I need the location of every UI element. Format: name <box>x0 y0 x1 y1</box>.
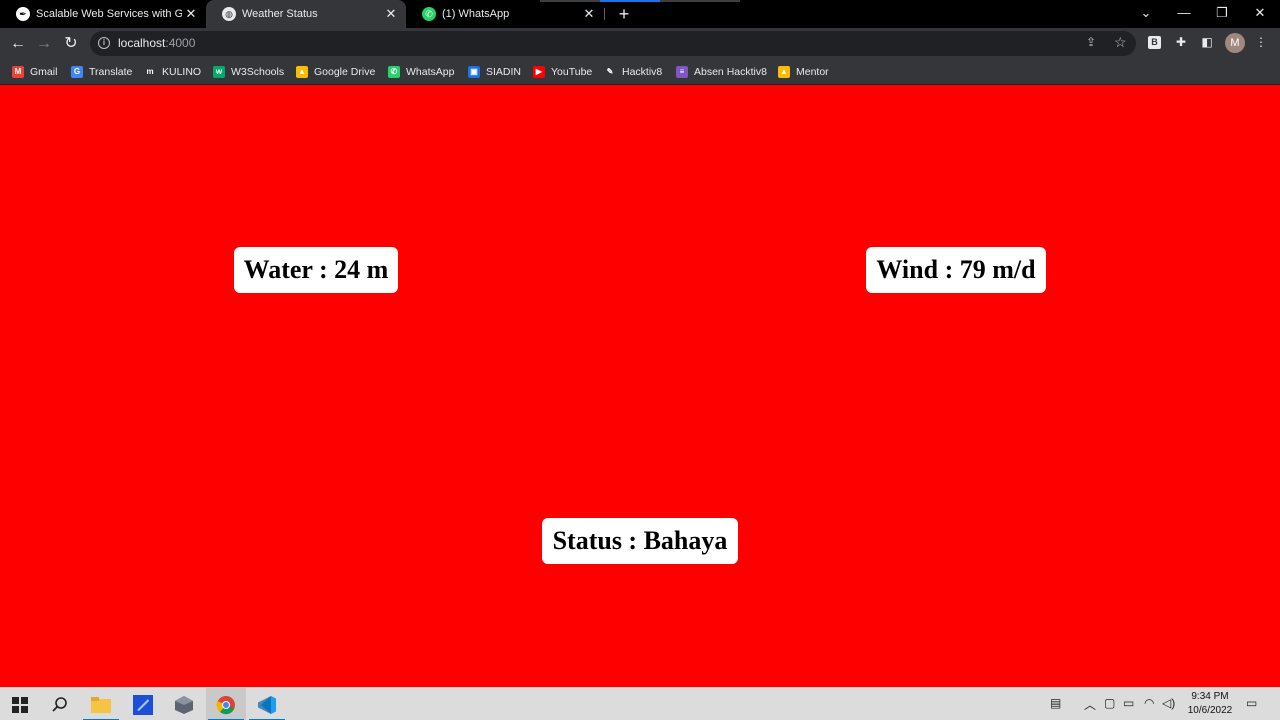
browser-toolbar: ← → ↻ i localhost:4000 ⇪ ☆ B ✚ ◧ M ⋮ <box>0 28 1280 59</box>
tab-strip: ✒ Scalable Web Services with Golang ✕ ◍ … <box>0 0 1280 28</box>
bookmark-label: Google Drive <box>314 66 376 78</box>
tab-separator <box>604 8 605 20</box>
absen-hacktiv8-icon: ≡ <box>676 66 688 78</box>
profile-avatar[interactable]: M <box>1225 33 1245 53</box>
status-card: Status : Bahaya <box>542 518 738 564</box>
volume-icon[interactable]: ◁) <box>1162 696 1175 710</box>
tab-whatsapp[interactable]: ✆ (1) WhatsApp ✕ <box>406 0 604 28</box>
tab-scalable-web-services[interactable]: ✒ Scalable Web Services with Golang ✕ <box>0 0 206 28</box>
back-icon[interactable]: ← <box>6 32 30 56</box>
minimize-icon[interactable]: — <box>1165 0 1203 28</box>
bookmark-hacktiv8[interactable]: ✎ Hacktiv8 <box>604 64 662 80</box>
url-text: localhost:4000 <box>118 36 195 50</box>
window-close-icon[interactable]: ✕ <box>1241 0 1279 28</box>
mentor-icon: ▲ <box>778 66 790 78</box>
kulino-icon: m <box>144 66 156 78</box>
water-card: Water : 24 m <box>234 247 398 293</box>
windows-taskbar: ▤ ︿ ▢ ▭ ◠ ◁) 9:34 PM 10/6/2022 ▭ <box>0 687 1280 720</box>
bookmark-w3schools[interactable]: w W3Schools <box>213 64 284 80</box>
tab-weather-status[interactable]: ◍ Weather Status ✕ <box>206 0 406 28</box>
bookmark-whatsapp[interactable]: ✆ WhatsApp <box>388 64 454 80</box>
weather-page: Water : 24 m Wind : 79 m/d Status : Baha… <box>0 86 1280 687</box>
bookmark-label: KULINO <box>162 66 202 78</box>
meet-now-icon[interactable]: ▢ <box>1104 696 1115 710</box>
globe-icon: ◍ <box>222 7 236 21</box>
site-info-icon[interactable]: i <box>98 37 110 49</box>
siadin-icon: ▣ <box>468 66 480 78</box>
menu-kebab-icon[interactable]: ⋮ <box>1253 34 1269 50</box>
close-icon[interactable]: ✕ <box>182 6 200 22</box>
url-port: :4000 <box>165 36 196 50</box>
bookmark-gmail[interactable]: M Gmail <box>12 64 57 80</box>
vscode-icon[interactable] <box>247 688 287 720</box>
pen-icon: ✒ <box>16 7 30 21</box>
translate-icon: G <box>71 66 83 78</box>
restore-icon[interactable]: ❐ <box>1203 0 1241 28</box>
hacktiv8-icon: ✎ <box>604 66 616 78</box>
chrome-icon[interactable] <box>206 688 246 720</box>
tab-title: Scalable Web Services with Golang <box>36 8 182 20</box>
bookmark-kulino[interactable]: m KULINO <box>144 64 201 80</box>
chevron-up-icon[interactable]: ︿ <box>1084 696 1096 713</box>
reload-icon[interactable]: ↻ <box>59 32 83 56</box>
notifications-icon[interactable]: ▭ <box>1246 696 1257 710</box>
bookmark-label: YouTube <box>551 66 593 78</box>
virtualbox-icon[interactable] <box>164 688 204 720</box>
tab-title: (1) WhatsApp <box>442 8 510 20</box>
search-icon[interactable] <box>40 688 80 720</box>
google-drive-icon: ▲ <box>296 66 308 78</box>
bookmark-youtube[interactable]: ▶ YouTube <box>533 64 592 80</box>
bookmark-star-icon[interactable]: ☆ <box>1114 34 1127 51</box>
bookmark-label: Translate <box>89 66 133 78</box>
tab-search-icon[interactable]: ⌄ <box>1127 0 1165 28</box>
close-icon[interactable]: ✕ <box>382 6 400 22</box>
bookmark-label: Mentor <box>796 66 829 78</box>
w3schools-icon: w <box>213 66 225 78</box>
bookmark-label: Gmail <box>30 66 58 78</box>
bookmark-label: WhatsApp <box>406 66 455 78</box>
file-explorer-icon[interactable] <box>81 688 121 720</box>
windows-start-icon[interactable] <box>0 688 40 720</box>
bookmark-label: Absen Hacktiv8 <box>694 66 767 78</box>
youtube-icon: ▶ <box>533 66 545 78</box>
bookmark-absen-hacktiv8[interactable]: ≡ Absen Hacktiv8 <box>676 64 767 80</box>
whatsapp-icon: ✆ <box>388 66 400 78</box>
bookmark-label: Hacktiv8 <box>622 66 663 78</box>
bookmark-label: W3Schools <box>231 66 285 78</box>
gmail-icon: M <box>12 66 24 78</box>
news-icon[interactable]: ▤ <box>1050 696 1061 710</box>
bookmarks-bar: M Gmail G Translate m KULINO w W3Schools ▲ Go… <box>0 59 1280 85</box>
extensions-puzzle-icon[interactable]: ✚ <box>1173 34 1189 50</box>
new-tab-button[interactable]: + <box>614 4 634 24</box>
wind-card: Wind : 79 m/d <box>866 247 1046 293</box>
url-host: localhost <box>118 36 166 50</box>
tab-strip-indicator-accent <box>600 0 660 2</box>
editor-app-icon[interactable] <box>123 688 163 720</box>
bookmark-google-drive[interactable]: ▲ Google Drive <box>296 64 375 80</box>
forward-icon[interactable]: → <box>32 32 56 56</box>
address-bar[interactable]: i localhost:4000 ⇪ ☆ <box>90 31 1136 56</box>
whatsapp-icon: ✆ <box>422 7 436 21</box>
battery-icon[interactable]: ▭ <box>1123 696 1134 710</box>
extension-b-icon[interactable]: B <box>1148 36 1161 49</box>
share-icon[interactable]: ⇪ <box>1086 35 1096 49</box>
close-icon[interactable]: ✕ <box>580 6 598 22</box>
bookmark-siadin[interactable]: ▣ SIADIN <box>468 64 521 80</box>
tab-title: Weather Status <box>242 8 318 20</box>
bookmark-label: SIADIN <box>486 66 522 78</box>
side-panel-icon[interactable]: ◧ <box>1199 34 1215 50</box>
system-clock[interactable]: 9:34 PM 10/6/2022 <box>1180 690 1240 718</box>
clock-date: 10/6/2022 <box>1187 705 1233 716</box>
wifi-icon[interactable]: ◠ <box>1144 696 1154 710</box>
bookmark-translate[interactable]: G Translate <box>71 64 132 80</box>
bookmark-mentor[interactable]: ▲ Mentor <box>778 64 829 80</box>
clock-time: 9:34 PM <box>1191 691 1229 702</box>
